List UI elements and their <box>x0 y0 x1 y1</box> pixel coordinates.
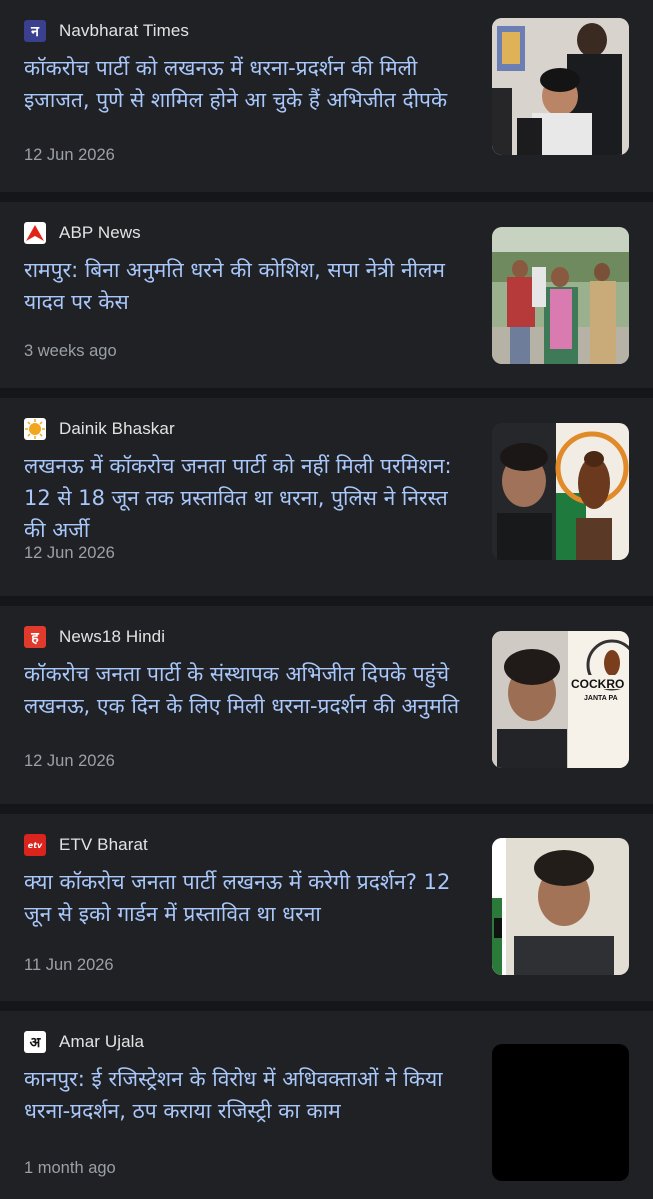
etv-bharat-logo-icon: etv <box>24 834 46 856</box>
timestamp: 12 Jun 2026 <box>24 752 115 770</box>
logo-letter: अ <box>29 1034 41 1051</box>
source-name[interactable]: Navbharat Times <box>59 21 189 41</box>
logo-letter: ह <box>31 629 39 646</box>
news-card[interactable]: न Navbharat Times कॉकरोच पार्टी को लखनऊ … <box>0 0 653 192</box>
timestamp: 1 month ago <box>24 1159 116 1177</box>
logo-letter: etv <box>27 840 43 850</box>
source-row: Dainik Bhaskar <box>24 418 175 440</box>
source-row: etv ETV Bharat <box>24 834 148 856</box>
navbharat-times-logo-icon: न <box>24 20 46 42</box>
abp-news-logo-icon <box>24 222 46 244</box>
thumbnail-image[interactable] <box>492 423 629 560</box>
logo-letter: न <box>31 23 39 40</box>
thumbnail-image[interactable] <box>492 227 629 364</box>
news-card[interactable]: ह News18 Hindi कॉकरोच जनता पार्टी के संस… <box>0 606 653 804</box>
source-name[interactable]: ETV Bharat <box>59 835 148 855</box>
source-name[interactable]: News18 Hindi <box>59 627 165 647</box>
headline-link[interactable]: कानपुर: ई रजिस्ट्रेशन के विरोध में अधिवक… <box>24 1063 469 1127</box>
thumbnail-image[interactable] <box>492 1044 629 1181</box>
news18-logo-icon: ह <box>24 626 46 648</box>
source-name[interactable]: Amar Ujala <box>59 1032 144 1052</box>
thumbnail-overlay-text: COCKRO <box>571 677 624 691</box>
thumbnail-image[interactable]: COCKRO JANTA PA <box>492 631 629 768</box>
thumbnail-image[interactable] <box>492 838 629 975</box>
source-row: ह News18 Hindi <box>24 626 165 648</box>
dainik-bhaskar-logo-icon <box>24 418 46 440</box>
amar-ujala-logo-icon: अ <box>24 1031 46 1053</box>
thumbnail-image[interactable] <box>492 18 629 155</box>
headline-link[interactable]: रामपुर: बिना अनुमति धरने की कोशिश, सपा न… <box>24 254 469 318</box>
news-card[interactable]: Dainik Bhaskar लखनऊ में कॉकरोच जनता पार्… <box>0 398 653 596</box>
timestamp: 12 Jun 2026 <box>24 544 115 562</box>
source-row: अ Amar Ujala <box>24 1031 144 1053</box>
source-name[interactable]: Dainik Bhaskar <box>59 419 175 439</box>
headline-link[interactable]: क्या कॉकरोच जनता पार्टी लखनऊ में करेगी प… <box>24 866 469 930</box>
timestamp: 3 weeks ago <box>24 342 117 360</box>
headline-link[interactable]: कॉकरोच पार्टी को लखनऊ में धरना-प्रदर्शन … <box>24 52 469 116</box>
timestamp: 12 Jun 2026 <box>24 146 115 164</box>
timestamp: 11 Jun 2026 <box>24 956 114 974</box>
source-name[interactable]: ABP News <box>59 223 141 243</box>
thumbnail-overlay-subtext: JANTA PA <box>584 695 618 702</box>
news-card[interactable]: etv ETV Bharat क्या कॉकरोच जनता पार्टी ल… <box>0 814 653 1001</box>
headline-link[interactable]: लखनऊ में कॉकरोच जनता पार्टी को नहीं मिली… <box>24 450 469 546</box>
source-row: ABP News <box>24 222 141 244</box>
news-card[interactable]: ABP News रामपुर: बिना अनुमति धरने की कोश… <box>0 202 653 388</box>
headline-link[interactable]: कॉकरोच जनता पार्टी के संस्थापक अभिजीत दि… <box>24 658 469 722</box>
news-card[interactable]: अ Amar Ujala कानपुर: ई रजिस्ट्रेशन के वि… <box>0 1011 653 1199</box>
news-feed: न Navbharat Times कॉकरोच पार्टी को लखनऊ … <box>0 0 653 1199</box>
source-row: न Navbharat Times <box>24 20 189 42</box>
